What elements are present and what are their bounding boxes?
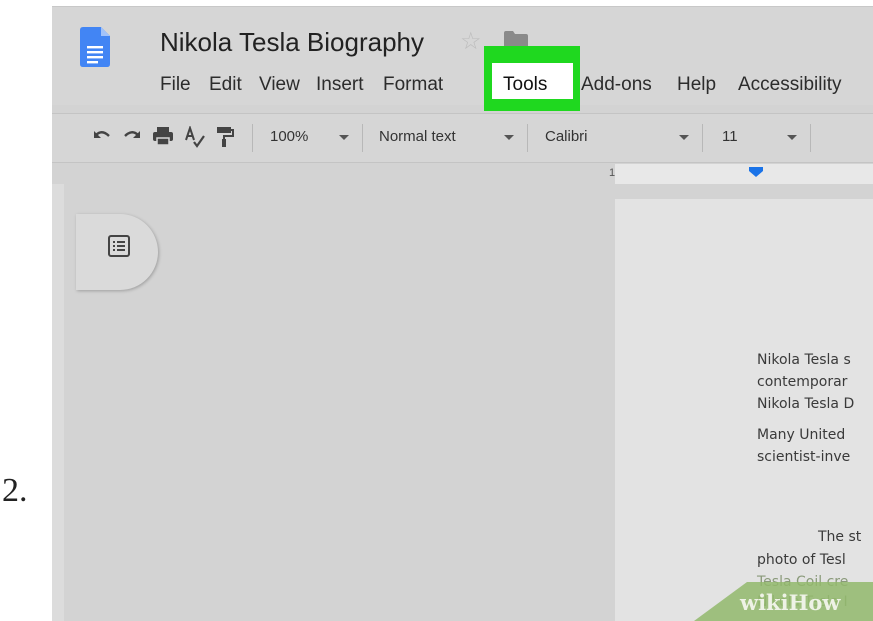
toolbar-separator	[362, 124, 363, 152]
menu-help[interactable]: Help	[677, 74, 716, 96]
font-caret-icon[interactable]	[679, 135, 689, 140]
toolbar-separator	[702, 124, 703, 152]
font-size-caret-icon[interactable]	[787, 135, 797, 140]
menu-file[interactable]: File	[160, 74, 191, 96]
step-number: 2.	[2, 472, 28, 509]
menu-accessibility[interactable]: Accessibility	[738, 74, 841, 96]
toolbar: 100% Normal text Calibri 11	[52, 113, 873, 163]
body-line: Many United	[757, 427, 846, 443]
style-caret-icon[interactable]	[504, 135, 514, 140]
menu-add-ons[interactable]: Add-ons	[581, 74, 652, 96]
document-title[interactable]: Nikola Tesla Biography	[160, 27, 424, 58]
toolbar-separator	[527, 124, 528, 152]
google-docs-logo-icon[interactable]	[80, 27, 110, 67]
body-line: Nikola Tesla D	[757, 396, 855, 412]
body-line: photo of Tesl	[757, 552, 846, 568]
horizontal-ruler[interactable]	[615, 164, 873, 184]
undo-icon[interactable]	[92, 126, 112, 146]
menu-format[interactable]: Format	[383, 74, 443, 96]
menu-edit[interactable]: Edit	[209, 74, 242, 96]
redo-icon[interactable]	[122, 126, 142, 146]
zoom-select[interactable]: 100%	[270, 128, 308, 145]
ruler-number: 1	[609, 167, 616, 179]
body-line: scientist-inve	[757, 449, 851, 465]
spellcheck-icon[interactable]	[184, 126, 206, 148]
menu-tools[interactable]: Tools	[503, 74, 547, 96]
toolbar-separator	[810, 124, 811, 152]
toolbar-separator	[252, 124, 253, 152]
body-line: contemporar	[757, 374, 848, 390]
style-select[interactable]: Normal text	[379, 128, 456, 145]
font-select[interactable]: Calibri	[545, 128, 588, 145]
document-outline-icon[interactable]	[108, 235, 130, 257]
screenshot-frame: Nikola Tesla Biography ☆ File Edit View …	[52, 6, 873, 621]
print-icon[interactable]	[152, 126, 174, 146]
font-size-select[interactable]: 11	[722, 128, 738, 145]
body-line: Nikola Tesla s	[757, 352, 851, 368]
wikihow-watermark: wikiHow	[740, 590, 841, 615]
vertical-ruler[interactable]	[52, 184, 64, 621]
menu-view[interactable]: View	[259, 74, 300, 96]
indent-marker-icon[interactable]	[749, 167, 763, 177]
star-icon[interactable]: ☆	[460, 27, 482, 56]
body-line: The st	[818, 529, 862, 545]
zoom-caret-icon[interactable]	[339, 135, 349, 140]
menu-insert[interactable]: Insert	[316, 74, 364, 96]
paint-format-icon[interactable]	[216, 126, 234, 148]
